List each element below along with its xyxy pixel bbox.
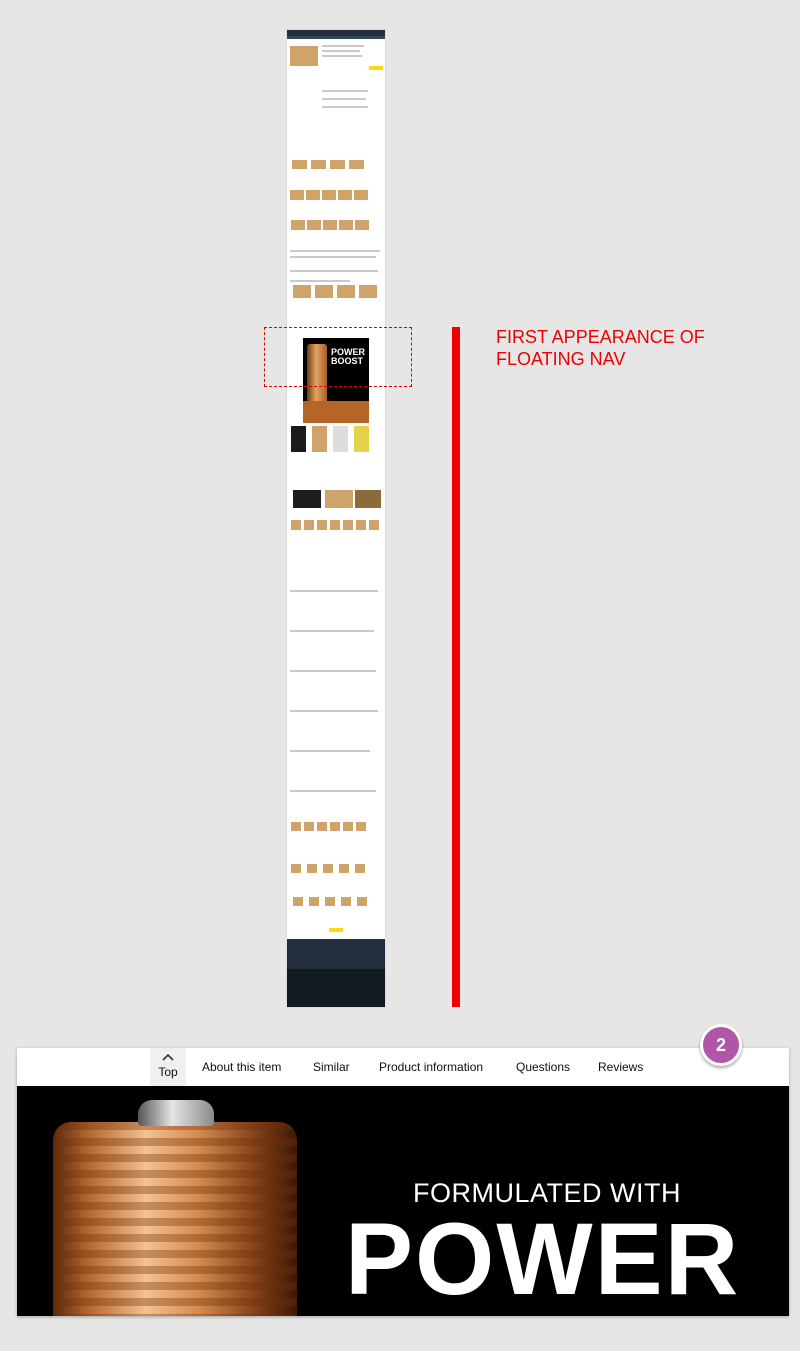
thumb-text — [290, 790, 376, 792]
thumb-image — [341, 897, 351, 906]
thumb-product-image — [290, 46, 318, 66]
thumb-text — [322, 50, 360, 52]
thumb-image — [307, 220, 321, 230]
thumb-image — [356, 822, 366, 831]
thumb-image — [357, 897, 367, 906]
floating-nav-highlight-box — [264, 327, 412, 387]
thumb-image — [291, 822, 301, 831]
thumb-image — [355, 220, 369, 230]
thumb-text — [322, 45, 364, 47]
thumb-image — [291, 220, 305, 230]
thumb-image — [325, 897, 335, 906]
thumb-subheader — [287, 36, 385, 39]
thumb-image — [317, 822, 327, 831]
thumb-image — [304, 520, 314, 530]
thumb-cart-button — [369, 66, 383, 70]
nav-item-about-this-item[interactable]: About this item — [202, 1060, 281, 1074]
scroll-range-indicator — [452, 327, 460, 1007]
thumb-image — [309, 897, 319, 906]
thumb-image — [359, 285, 377, 298]
thumb-image — [293, 285, 311, 298]
floating-nav-zoom: Top About this item Similar Product info… — [17, 1048, 789, 1316]
thumb-image — [325, 490, 353, 508]
thumb-image — [369, 520, 379, 530]
battery-illustration — [53, 1122, 297, 1316]
thumb-text — [322, 106, 368, 108]
hero-heading: POWER — [345, 1202, 741, 1316]
thumb-image — [291, 520, 301, 530]
thumb-image — [355, 490, 381, 508]
thumb-image — [355, 864, 365, 873]
step-number-badge: 2 — [700, 1024, 742, 1066]
thumb-image — [293, 897, 303, 906]
thumb-image — [307, 864, 317, 873]
thumb-image — [333, 426, 348, 452]
thumb-image — [322, 190, 336, 200]
chevron-up-icon — [150, 1051, 186, 1063]
back-to-top-label: Top — [158, 1065, 178, 1079]
thumb-image — [354, 190, 368, 200]
thumb-image — [315, 285, 333, 298]
thumb-button — [329, 928, 343, 932]
thumb-image — [293, 490, 321, 508]
thumb-text — [322, 90, 368, 92]
thumb-image — [317, 520, 327, 530]
nav-item-similar[interactable]: Similar — [313, 1060, 350, 1074]
thumb-image — [339, 864, 349, 873]
back-to-top-button[interactable]: Top — [150, 1048, 186, 1086]
hero-banner: FORMULATED WITH POWER — [17, 1086, 789, 1316]
nav-item-product-information[interactable]: Product information — [379, 1060, 483, 1074]
nav-item-questions[interactable]: Questions — [516, 1060, 570, 1074]
thumb-text — [290, 270, 378, 272]
annotation-label: FIRST APPEARANCE OF FLOATING NAV — [496, 327, 705, 369]
thumb-image — [312, 426, 327, 452]
thumb-image — [343, 822, 353, 831]
thumb-image — [304, 822, 314, 831]
thumb-image — [349, 160, 364, 169]
thumb-image — [354, 426, 369, 452]
thumb-text — [290, 256, 376, 258]
thumb-image — [337, 285, 355, 298]
nav-item-reviews[interactable]: Reviews — [598, 1060, 643, 1074]
thumb-image — [323, 220, 337, 230]
thumb-text — [290, 710, 378, 712]
thumb-text — [290, 750, 370, 752]
thumb-text — [290, 630, 374, 632]
thumb-image — [356, 520, 366, 530]
page-overview-thumbnail — [287, 30, 385, 1007]
thumb-image — [338, 190, 352, 200]
thumb-image — [330, 822, 340, 831]
ad-bottom-band — [303, 401, 369, 423]
thumb-image — [339, 220, 353, 230]
thumb-text — [290, 670, 376, 672]
thumb-image — [291, 426, 306, 452]
floating-nav-bar: Top About this item Similar Product info… — [17, 1048, 789, 1086]
thumb-image — [323, 864, 333, 873]
thumb-image — [306, 190, 320, 200]
thumb-image — [343, 520, 353, 530]
thumb-image — [290, 190, 304, 200]
thumb-image — [311, 160, 326, 169]
thumb-text — [290, 590, 378, 592]
thumb-image — [292, 160, 307, 169]
thumb-text — [290, 250, 380, 252]
thumb-footer-bottom — [287, 969, 385, 1007]
thumb-text — [322, 98, 366, 100]
battery-cap — [138, 1100, 214, 1126]
thumb-image — [330, 160, 345, 169]
thumb-text — [322, 55, 362, 57]
thumb-text — [290, 280, 350, 282]
thumb-image — [291, 864, 301, 873]
thumb-image — [330, 520, 340, 530]
